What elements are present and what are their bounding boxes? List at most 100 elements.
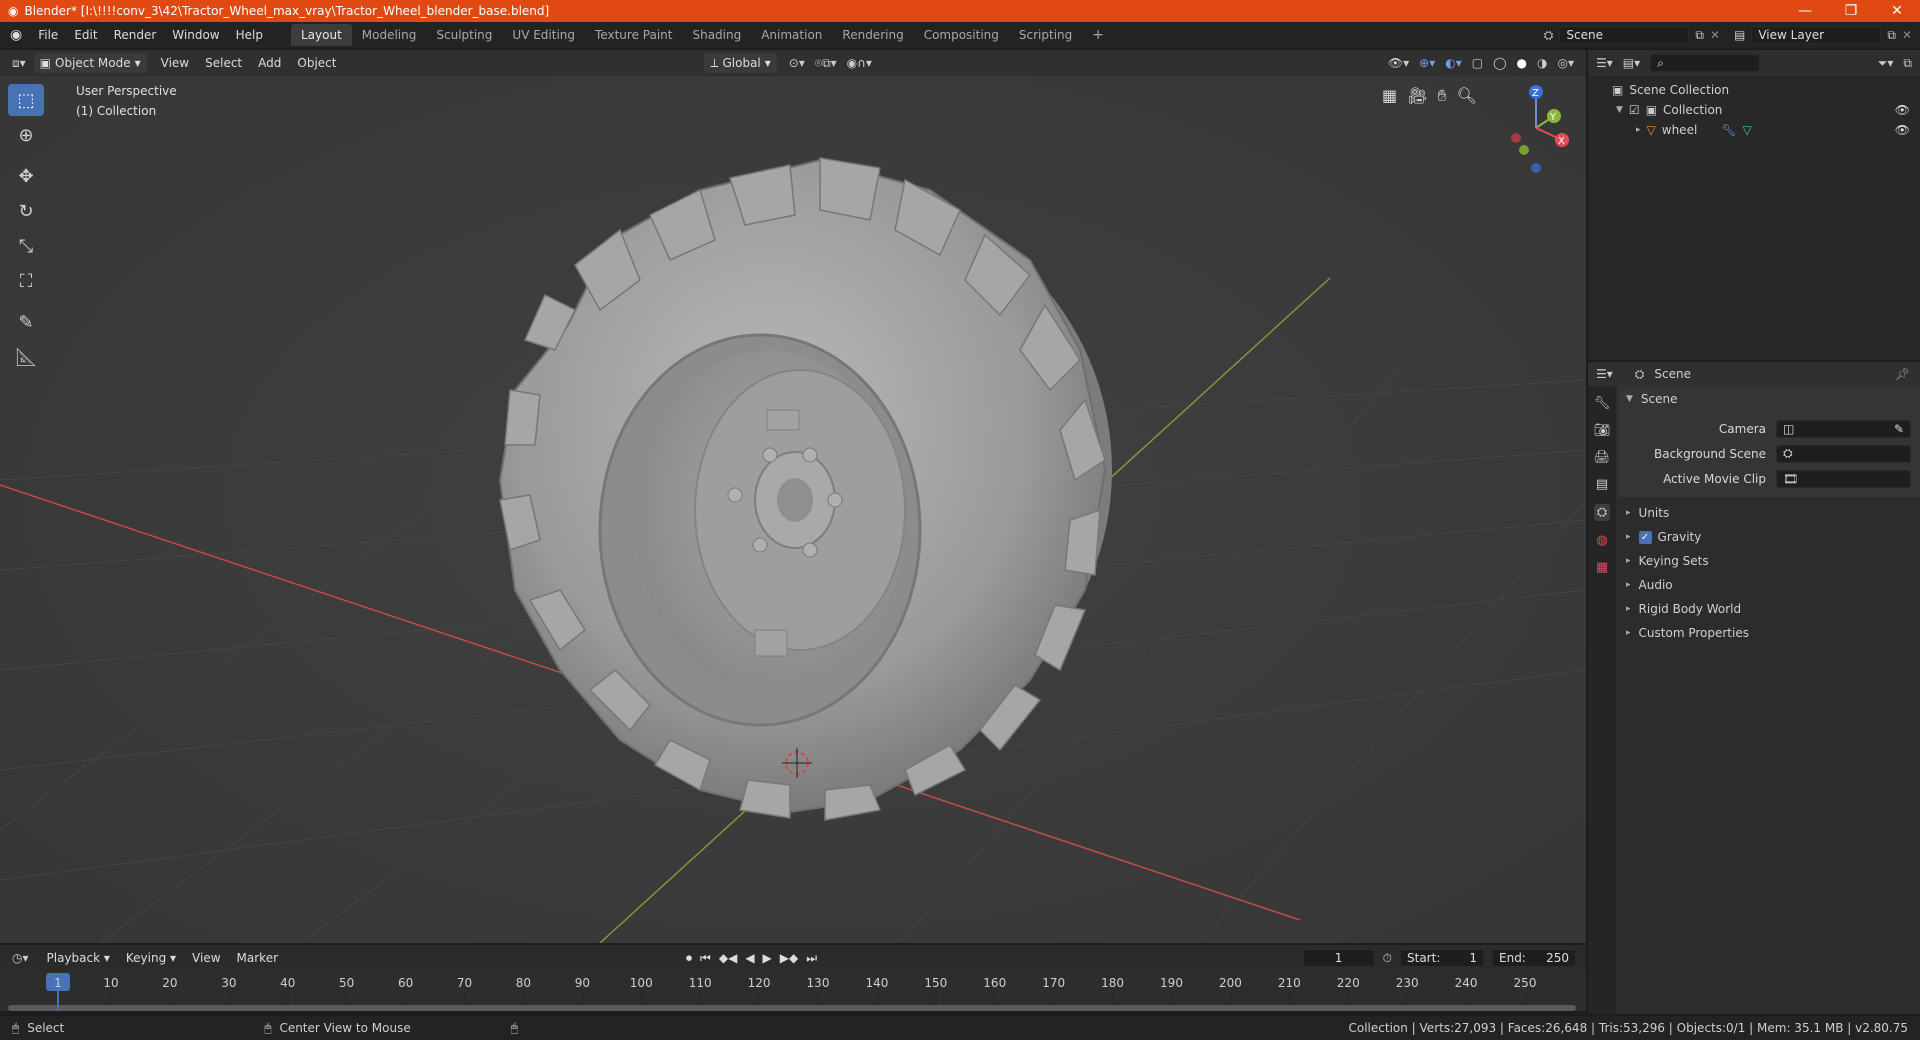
next-keyframe-icon[interactable]: ▶◆ xyxy=(780,951,798,965)
outliner-object-wheel[interactable]: ▸ ▽ wheel 🔧︎ ▽ 👁︎ xyxy=(1588,120,1920,140)
xray-icon[interactable]: ▢ xyxy=(1472,56,1483,70)
view-layer-field[interactable]: View Layer xyxy=(1751,26,1882,44)
outliner-scene-collection[interactable]: ▣ Scene Collection xyxy=(1588,80,1920,100)
camera-field[interactable]: ◫ ✎ xyxy=(1776,419,1911,438)
new-view-layer-icon[interactable]: ⧉ xyxy=(1887,28,1896,43)
vp-menu-select[interactable]: Select xyxy=(197,56,250,70)
timeline-area[interactable]: 1 10 20 30 40 50 60 70 80 90 100 110 120 130 140 150 160… xyxy=(0,971,1586,1011)
blender-menu-icon[interactable]: ◉ xyxy=(10,27,22,43)
proportional-edit-icon[interactable]: ◉∩▾ xyxy=(847,56,872,70)
pan-hand-icon[interactable]: ✋︎ xyxy=(1437,86,1446,106)
maximize-button[interactable]: ❐ xyxy=(1828,3,1874,19)
start-frame-field[interactable]: Start: 1 xyxy=(1400,949,1484,967)
world-tab-icon[interactable]: ◍ xyxy=(1596,533,1607,548)
solid-shading-icon[interactable]: ● xyxy=(1517,56,1527,70)
tool-tab-icon[interactable]: 🔧︎ xyxy=(1594,396,1611,411)
timeline-menu-marker[interactable]: Marker xyxy=(229,951,286,965)
menu-file[interactable]: File xyxy=(30,28,66,42)
transform-tool[interactable]: ⛶ xyxy=(8,265,44,297)
scene-panel-header[interactable]: ▼ Scene xyxy=(1618,386,1920,412)
axis-gizmo[interactable]: Z Y X xyxy=(1496,80,1586,180)
rigid-body-world-panel[interactable]: ▸ Rigid Body World xyxy=(1618,597,1920,621)
output-tab-icon[interactable]: 🖨︎ xyxy=(1594,450,1611,465)
menu-edit[interactable]: Edit xyxy=(66,28,105,42)
gravity-checkbox[interactable]: ✓ xyxy=(1638,530,1652,544)
display-mode-icon[interactable]: ▤▾ xyxy=(1623,56,1640,70)
scene-selector-icon[interactable]: ⛭ xyxy=(1544,28,1554,43)
audio-panel[interactable]: ▸ Audio xyxy=(1618,573,1920,597)
expand-arrow-icon[interactable]: ▼ xyxy=(1616,105,1623,115)
tab-compositing[interactable]: Compositing xyxy=(914,24,1009,46)
delete-view-layer-icon[interactable]: ✕ xyxy=(1902,28,1912,42)
outliner-collection[interactable]: ▼ ☑ ▣ Collection 👁︎ xyxy=(1588,100,1920,120)
end-frame-field[interactable]: End: 250 xyxy=(1492,949,1576,967)
close-button[interactable]: ✕ xyxy=(1874,3,1920,19)
view-layer-icon[interactable]: ▤ xyxy=(1734,28,1745,42)
expand-arrow-icon[interactable]: ▸ xyxy=(1636,125,1641,135)
modifier-wrench-icon[interactable]: 🔧︎ xyxy=(1721,123,1736,137)
overlay-toggle-icon[interactable]: ◐▾ xyxy=(1445,56,1462,70)
record-icon[interactable]: ⏺ xyxy=(686,951,692,966)
vp-menu-object[interactable]: Object xyxy=(289,56,344,70)
visibility-icon[interactable]: 👁︎▾ xyxy=(1388,56,1409,70)
3d-viewport[interactable]: User Perspective (1) Collection ▦ 🎥︎ ✋︎ … xyxy=(0,50,1586,943)
add-workspace-button[interactable]: + xyxy=(1082,23,1114,47)
texture-tab-icon[interactable]: ▦ xyxy=(1596,560,1608,575)
tab-modeling[interactable]: Modeling xyxy=(352,24,427,46)
outliner-search-input[interactable]: ⌕ xyxy=(1650,54,1761,72)
keying-sets-panel[interactable]: ▸ Keying Sets xyxy=(1618,549,1920,573)
play-icon[interactable]: ▶ xyxy=(763,951,772,965)
timeline-scrollbar[interactable] xyxy=(8,1005,1576,1011)
snap-icon[interactable]: ⌾⧉▾ xyxy=(815,56,837,71)
play-reverse-icon[interactable]: ◀ xyxy=(745,951,754,965)
vp-menu-add[interactable]: Add xyxy=(250,56,289,70)
timeline-menu-keying[interactable]: Keying ▾ xyxy=(118,951,184,965)
prev-keyframe-icon[interactable]: ◆◀ xyxy=(719,951,737,965)
timeline-menu-playback[interactable]: Playback ▾ xyxy=(39,951,118,965)
scene-field[interactable]: Scene xyxy=(1559,26,1690,44)
tab-texture-paint[interactable]: Texture Paint xyxy=(585,24,682,46)
properties-editor-icon[interactable]: ☰▾ xyxy=(1596,367,1613,381)
measure-tool[interactable]: 📐︎ xyxy=(8,341,44,373)
move-tool[interactable]: ✥ xyxy=(8,160,44,192)
pivot-icon[interactable]: ⊙▾ xyxy=(789,56,805,70)
camera-view-icon[interactable]: 🎥︎ xyxy=(1407,86,1427,106)
filter-icon[interactable]: ⏷▾ xyxy=(1878,56,1894,71)
neg-y-axis-icon[interactable] xyxy=(1519,145,1529,155)
neg-x-axis-icon[interactable] xyxy=(1511,133,1521,143)
neg-z-axis-icon[interactable] xyxy=(1531,163,1541,173)
active-movie-clip-field[interactable]: 🎞︎ xyxy=(1776,469,1911,488)
new-scene-icon[interactable]: ⧉ xyxy=(1695,28,1704,43)
pin-icon[interactable]: 📌︎ xyxy=(1895,367,1910,381)
select-box-tool[interactable]: ⬚ xyxy=(8,84,44,116)
cursor-tool[interactable]: ⊕ xyxy=(8,119,44,151)
eyedropper-icon[interactable]: ✎ xyxy=(1894,422,1904,436)
material-shading-icon[interactable]: ◑ xyxy=(1537,56,1547,70)
view-layer-tab-icon[interactable]: ▤ xyxy=(1596,477,1608,492)
rendered-shading-icon[interactable]: ◎▾ xyxy=(1558,56,1575,70)
zoom-icon[interactable]: 🔍︎ xyxy=(1457,86,1477,106)
menu-render[interactable]: Render xyxy=(106,28,165,42)
stopwatch-icon[interactable]: ⏱ xyxy=(1383,951,1392,966)
timeline-ruler[interactable]: 1 10 20 30 40 50 60 70 80 90 100 110 120 130 140 150 160… xyxy=(0,971,1586,1011)
timeline-menu-view[interactable]: View xyxy=(184,951,228,965)
menu-window[interactable]: Window xyxy=(164,28,227,42)
menu-help[interactable]: Help xyxy=(228,28,271,42)
editor-type-icon[interactable]: ⧈▾ xyxy=(12,56,26,71)
jump-start-icon[interactable]: ⏮ xyxy=(700,951,711,966)
tab-layout[interactable]: Layout xyxy=(290,24,352,46)
vp-menu-view[interactable]: View xyxy=(153,56,197,70)
tab-animation[interactable]: Animation xyxy=(751,24,832,46)
render-tab-icon[interactable]: 📷︎ xyxy=(1594,423,1611,438)
jump-end-icon[interactable]: ⏭ xyxy=(806,951,817,966)
outliner-editor-icon[interactable]: ☰▾ xyxy=(1596,56,1613,70)
current-frame-field[interactable]: 1 xyxy=(1302,949,1375,967)
rotate-tool[interactable]: ↻ xyxy=(8,195,44,227)
wireframe-shading-icon[interactable]: ◯ xyxy=(1493,56,1506,70)
background-scene-field[interactable]: ⛭ xyxy=(1776,444,1911,463)
tab-shading[interactable]: Shading xyxy=(682,24,751,46)
eye-icon[interactable]: 👁︎ xyxy=(1895,123,1910,137)
tab-rendering[interactable]: Rendering xyxy=(832,24,913,46)
tab-sculpting[interactable]: Sculpting xyxy=(426,24,502,46)
transform-orientation-dropdown[interactable]: ⟂ Global ▾ xyxy=(704,53,777,73)
